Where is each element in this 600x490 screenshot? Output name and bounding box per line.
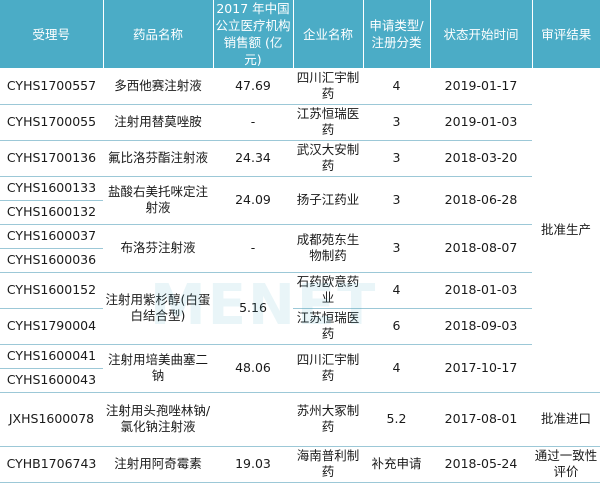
status-date-cell: 2018-01-03 (430, 272, 532, 309)
status-date-cell: 2017-08-01 (430, 392, 532, 447)
acceptance-no-cell: CYHS1790004 (0, 308, 103, 345)
acceptance-no-cell: CYHS1600037 (0, 224, 103, 249)
review-result-cell: 批准生产 (532, 68, 600, 393)
acceptance-no-cell: CYHS1600132 (0, 200, 103, 225)
sales-cell: 24.34 (213, 140, 293, 177)
sales-cell: 5.16 (213, 272, 293, 345)
header-company: 企业名称 (293, 0, 364, 68)
drug-name-cell: 氟比洛芬酯注射液 (103, 140, 213, 177)
status-date-cell: 2018-03-20 (430, 140, 532, 177)
application-type-cell: 4 (363, 272, 430, 309)
drug-name-cell: 注射用替莫唑胺 (103, 104, 213, 141)
company-cell: 扬子江药业 (293, 176, 363, 225)
header-status-date: 状态开始时间 (430, 0, 533, 68)
acceptance-no-cell: CYHS1700136 (0, 140, 103, 177)
header-sales: 2017 年中国公立医疗机构销售额 (亿元) (213, 0, 294, 68)
company-cell: 江苏恒瑞医药 (293, 104, 363, 141)
company-cell: 苏州大冢制药 (293, 392, 363, 447)
company-cell: 四川汇宇制药 (293, 344, 363, 393)
application-type-cell: 3 (363, 176, 430, 225)
table-row: CYHS1600041 注射用培美曲塞二钠 48.06 四川汇宇制药 4 201… (0, 344, 600, 393)
status-date-cell: 2019-01-17 (430, 68, 532, 105)
header-application-type: 申请类型/注册分类 (363, 0, 431, 68)
acceptance-no-cell: CYHS1600043 (0, 368, 103, 393)
approval-table: 受理号 药品名称 2017 年中国公立医疗机构销售额 (亿元) 企业名称 申请类… (0, 0, 600, 483)
sales-cell: - (213, 104, 293, 141)
application-type-cell: 3 (363, 224, 430, 273)
status-date-cell: 2018-05-24 (430, 446, 532, 483)
company-cell: 成都苑东生物制药 (293, 224, 363, 273)
sales-cell: - (213, 224, 293, 273)
acceptance-no-cell: CYHS1600152 (0, 272, 103, 309)
company-cell: 江苏恒瑞医药 (293, 308, 363, 345)
acceptance-no-cell: CYHS1600036 (0, 248, 103, 273)
sales-cell: 48.06 (213, 344, 293, 393)
status-date-cell: 2018-09-03 (430, 308, 532, 345)
header-acceptance-no: 受理号 (0, 0, 104, 68)
status-date-cell: 2019-01-03 (430, 104, 532, 141)
sales-cell (213, 392, 293, 447)
acceptance-no-cell: CYHS1600041 (0, 344, 103, 369)
drug-name-cell: 注射用阿奇霉素 (103, 446, 213, 483)
table-row: CYHS1700136 氟比洛芬酯注射液 24.34 武汉大安制药 3 2018… (0, 140, 600, 177)
status-date-cell: 2018-08-07 (430, 224, 532, 273)
status-date-cell: 2018-06-28 (430, 176, 532, 225)
drug-name-cell: 多西他赛注射液 (103, 68, 213, 105)
drug-name-cell: 注射用培美曲塞二钠 (103, 344, 213, 393)
application-type-cell: 5.2 (363, 392, 430, 447)
table-row: CYHS1790004 江苏恒瑞医药 6 2018-09-03 (0, 308, 600, 345)
table-row: CYHS1700557 多西他赛注射液 47.69 四川汇宇制药 4 2019-… (0, 68, 600, 393)
drug-name-cell: 注射用紫杉醇(白蛋白结合型) (103, 272, 213, 345)
acceptance-no-cell: CYHS1600133 (0, 176, 103, 201)
application-type-cell: 4 (363, 344, 430, 393)
application-type-cell: 3 (363, 104, 430, 141)
header-drug-name: 药品名称 (103, 0, 214, 68)
company-cell: 武汉大安制药 (293, 140, 363, 177)
table-row: CYHB1706743 注射用阿奇霉素 19.03 海南普利制药 补充申请 20… (0, 446, 600, 483)
acceptance-no-cell: CYHS1700557 (0, 68, 103, 105)
drug-name-cell: 布洛芬注射液 (103, 224, 213, 273)
review-result-cell: 通过一致性评价 (532, 446, 600, 483)
table-row: CYHS1600152 注射用紫杉醇(白蛋白结合型) 5.16 石药欧意药业 4… (0, 272, 600, 345)
company-cell: 石药欧意药业 (293, 272, 363, 309)
drug-name-cell: 盐酸右美托咪定注射液 (103, 176, 213, 225)
application-type-cell: 6 (363, 308, 430, 345)
drug-name-cell: 注射用头孢唑林钠/氯化钠注射液 (103, 392, 213, 447)
sales-cell: 19.03 (213, 446, 293, 483)
table-row: CYHS1700055 注射用替莫唑胺 - 江苏恒瑞医药 3 2019-01-0… (0, 104, 600, 141)
table-row: JXHS1600078 注射用头孢唑林钠/氯化钠注射液 苏州大冢制药 5.2 2… (0, 392, 600, 447)
review-result-cell: 批准进口 (532, 392, 600, 447)
company-cell: 四川汇宇制药 (293, 68, 363, 105)
application-type-cell: 补充申请 (363, 446, 430, 483)
status-date-cell: 2017-10-17 (430, 344, 532, 393)
application-type-cell: 3 (363, 140, 430, 177)
sales-cell: 24.09 (213, 176, 293, 225)
application-type-cell: 4 (363, 68, 430, 105)
acceptance-no-cell: CYHS1700055 (0, 104, 103, 141)
header-row: 受理号 药品名称 2017 年中国公立医疗机构销售额 (亿元) 企业名称 申请类… (0, 0, 600, 68)
sales-cell: 47.69 (213, 68, 293, 105)
header-review-result: 审评结果 (532, 0, 600, 68)
table-row: CYHS1600133 盐酸右美托咪定注射液 24.09 扬子江药业 3 201… (0, 176, 600, 225)
acceptance-no-cell: JXHS1600078 (0, 392, 103, 447)
table-row: CYHS1600037 布洛芬注射液 - 成都苑东生物制药 3 2018-08-… (0, 224, 600, 273)
acceptance-no-cell: CYHB1706743 (0, 446, 103, 483)
company-cell: 海南普利制药 (293, 446, 363, 483)
